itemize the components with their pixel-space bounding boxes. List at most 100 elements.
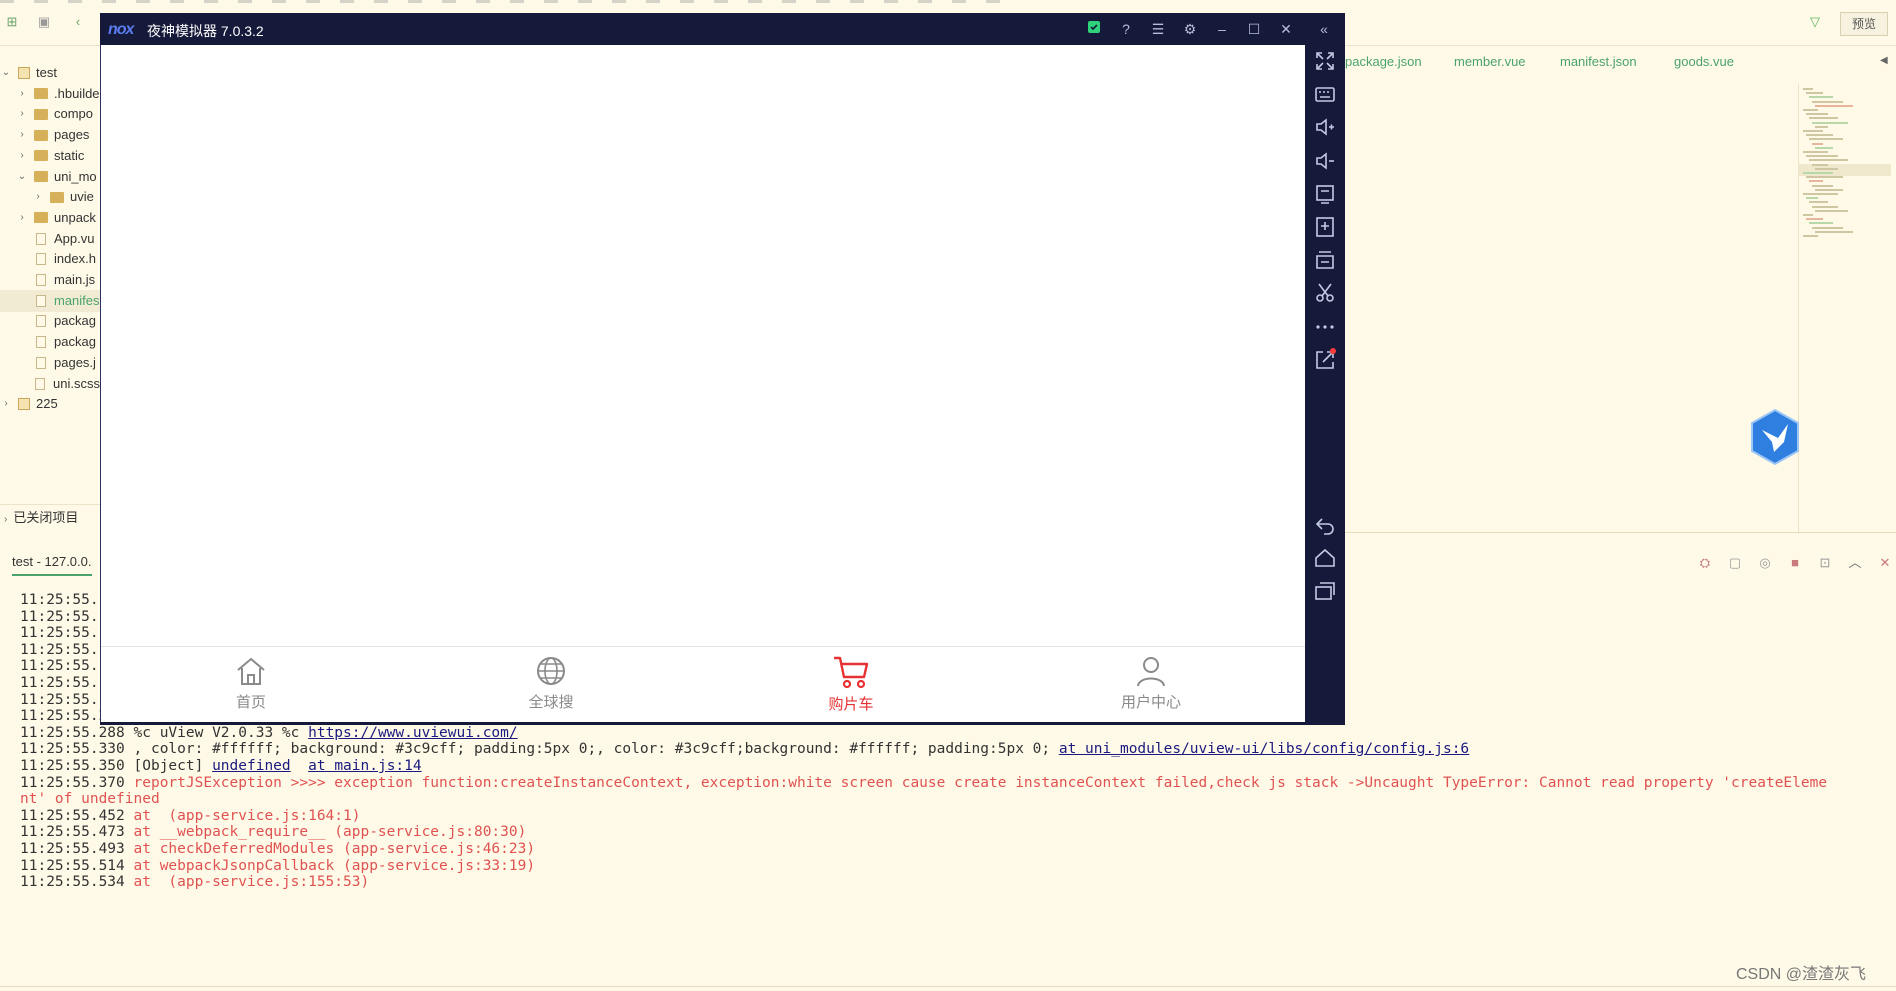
tree-item[interactable]: manifes bbox=[0, 289, 100, 312]
tree-item[interactable]: › 225 bbox=[0, 393, 100, 415]
tab-user[interactable]: 用户中心 bbox=[1091, 655, 1211, 717]
tree-item[interactable]: ⌄ test bbox=[0, 62, 100, 84]
debug-icon[interactable]: ⛭ bbox=[1696, 554, 1714, 572]
help-icon[interactable]: ? bbox=[1116, 19, 1136, 39]
tree-item[interactable]: packag bbox=[0, 331, 100, 353]
stop-icon[interactable]: ■ bbox=[1786, 554, 1804, 572]
close-console-icon[interactable]: ✕ bbox=[1876, 554, 1894, 572]
restart-app-icon[interactable]: ◎ bbox=[1756, 554, 1774, 572]
console-link[interactable]: undefined bbox=[212, 758, 291, 774]
console-message: %c uView V2.0.33 %c bbox=[133, 724, 309, 741]
toolbar-cut-edge bbox=[0, 0, 1000, 3]
home-button[interactable] bbox=[1313, 546, 1337, 570]
folder-icon bbox=[34, 129, 48, 141]
chevron-down-icon[interactable]: ⌄ bbox=[0, 62, 12, 84]
closed-projects[interactable]: › 已关闭项目 bbox=[0, 504, 100, 530]
collapse-icon[interactable]: ︿ bbox=[1846, 554, 1864, 572]
tree-item-label: pages.j bbox=[54, 354, 96, 370]
tabs-scroll-icon[interactable]: ◀ bbox=[1880, 55, 1888, 66]
open-log-icon[interactable]: ▢ bbox=[1726, 554, 1744, 572]
editor-tab[interactable]: member.vue bbox=[1454, 54, 1526, 69]
tree-item[interactable]: › uvie bbox=[0, 186, 100, 208]
tree-item[interactable]: › static bbox=[0, 145, 100, 167]
chevron-right-icon[interactable]: › bbox=[32, 186, 44, 208]
android-screen[interactable]: 首页 全球搜 购片车 用户中心 bbox=[100, 45, 1306, 722]
volume-down-button[interactable] bbox=[1313, 149, 1337, 173]
multi-instance-button[interactable] bbox=[1313, 248, 1337, 272]
minimize-icon[interactable]: – bbox=[1212, 19, 1232, 39]
minimap-line bbox=[1809, 138, 1843, 141]
tree-item[interactable]: › pages bbox=[0, 124, 100, 146]
tree-item[interactable]: uni.scss bbox=[0, 373, 100, 395]
chevron-right-icon[interactable]: › bbox=[16, 207, 28, 229]
editor-tab[interactable]: manifest.json bbox=[1560, 54, 1637, 69]
back-button[interactable] bbox=[1313, 513, 1337, 537]
recent-apps-button[interactable] bbox=[1313, 579, 1337, 603]
minimap-line bbox=[1806, 92, 1823, 95]
export-icon[interactable]: ⊡ bbox=[1816, 554, 1834, 572]
maximize-icon[interactable]: ☐ bbox=[1244, 19, 1264, 39]
tab-cart[interactable]: 购片车 bbox=[791, 655, 911, 717]
tree-item[interactable]: index.h bbox=[0, 248, 100, 270]
chevron-right-icon[interactable]: › bbox=[0, 393, 12, 415]
fullscreen-button[interactable] bbox=[1313, 49, 1337, 73]
save-icon[interactable]: ▣ bbox=[36, 14, 52, 30]
chevron-right-icon[interactable]: › bbox=[16, 103, 28, 125]
nox-emulator-window: nox 夜神模拟器 7.0.3.2 ? ☰ ⚙ – ☐ ✕ « 首页 全球搜 购片车… bbox=[100, 13, 1345, 725]
preview-button[interactable]: 预览 bbox=[1840, 12, 1888, 36]
chevron-right-icon[interactable]: › bbox=[16, 83, 28, 105]
keyboard-button[interactable] bbox=[1313, 82, 1337, 106]
tab-label: 全球搜 bbox=[528, 694, 574, 711]
screen-button[interactable] bbox=[1313, 182, 1337, 206]
tab-globe[interactable]: 全球搜 bbox=[491, 655, 611, 717]
console-message: , color: #ffffff; background: #3c9cff; p… bbox=[133, 741, 1059, 758]
volume-up-icon bbox=[1316, 118, 1334, 137]
share-button[interactable] bbox=[1313, 347, 1337, 372]
minimap-line bbox=[1803, 193, 1838, 195]
collapse-sidebar-icon[interactable]: « bbox=[1314, 19, 1334, 39]
globe-icon bbox=[491, 655, 611, 687]
minimap-line bbox=[1812, 121, 1848, 124]
console-timestamp: 11:25:55.330 bbox=[20, 741, 134, 758]
tree-item[interactable]: packag bbox=[0, 310, 100, 332]
console-link[interactable]: at uni_modules/uview-ui/libs/config/conf… bbox=[1059, 741, 1469, 757]
folder-icon bbox=[34, 171, 48, 182]
console-link[interactable]: https://www.uviewui.com/ bbox=[308, 725, 518, 741]
chevron-right-icon[interactable]: › bbox=[16, 145, 28, 167]
folder-icon bbox=[34, 88, 48, 100]
closed-projects-label: 已关闭项目 bbox=[13, 510, 79, 525]
tree-item[interactable]: › compo bbox=[0, 103, 100, 125]
tree-item[interactable]: › unpack bbox=[0, 207, 100, 229]
apk-install-button[interactable] bbox=[1313, 215, 1337, 239]
nox-titlebar[interactable]: nox 夜神模拟器 7.0.3.2 ? ☰ ⚙ – ☐ ✕ « bbox=[100, 13, 1345, 45]
close-icon[interactable]: ✕ bbox=[1276, 19, 1296, 39]
watermark: CSDN @渣渣灰飞 bbox=[1736, 966, 1867, 983]
tree-item[interactable]: › .hbuilde bbox=[0, 83, 100, 105]
back-nav-icon[interactable]: ‹ bbox=[70, 14, 86, 30]
minimap-viewport[interactable] bbox=[1799, 164, 1891, 176]
editor-tab[interactable]: goods.vue bbox=[1674, 54, 1734, 69]
minimap[interactable] bbox=[1798, 84, 1891, 534]
menu-icon[interactable]: ☰ bbox=[1148, 19, 1168, 39]
screenshot-button[interactable] bbox=[1313, 281, 1337, 305]
console-timestamp: 11:25:55. bbox=[20, 691, 108, 708]
nox-assistant-icon[interactable] bbox=[1084, 19, 1104, 39]
bird-float-button[interactable] bbox=[1748, 408, 1802, 466]
tree-item[interactable]: ⌄ uni_mo bbox=[0, 166, 100, 188]
more-button[interactable] bbox=[1313, 315, 1337, 339]
filter-icon[interactable]: ▽ bbox=[1810, 14, 1820, 30]
tree-item[interactable]: pages.j bbox=[0, 352, 100, 374]
console-link[interactable]: at main.js:14 bbox=[308, 758, 422, 774]
tree-item[interactable]: main.js bbox=[0, 269, 100, 291]
new-file-icon[interactable]: ⊞ bbox=[4, 14, 20, 30]
console-tab[interactable]: test - 127.0.0. bbox=[12, 552, 92, 576]
console-timestamp: 11:25:55. bbox=[20, 592, 108, 608]
volume-up-button[interactable] bbox=[1313, 115, 1337, 139]
tab-home[interactable]: 首页 bbox=[191, 655, 311, 717]
notification-dot bbox=[1330, 347, 1336, 354]
tree-item[interactable]: App.vu bbox=[0, 228, 100, 250]
chevron-down-icon[interactable]: ⌄ bbox=[16, 166, 28, 188]
editor-tab[interactable]: package.json bbox=[1345, 54, 1422, 69]
settings-gear-icon[interactable]: ⚙ bbox=[1180, 19, 1200, 39]
chevron-right-icon[interactable]: › bbox=[16, 124, 28, 146]
